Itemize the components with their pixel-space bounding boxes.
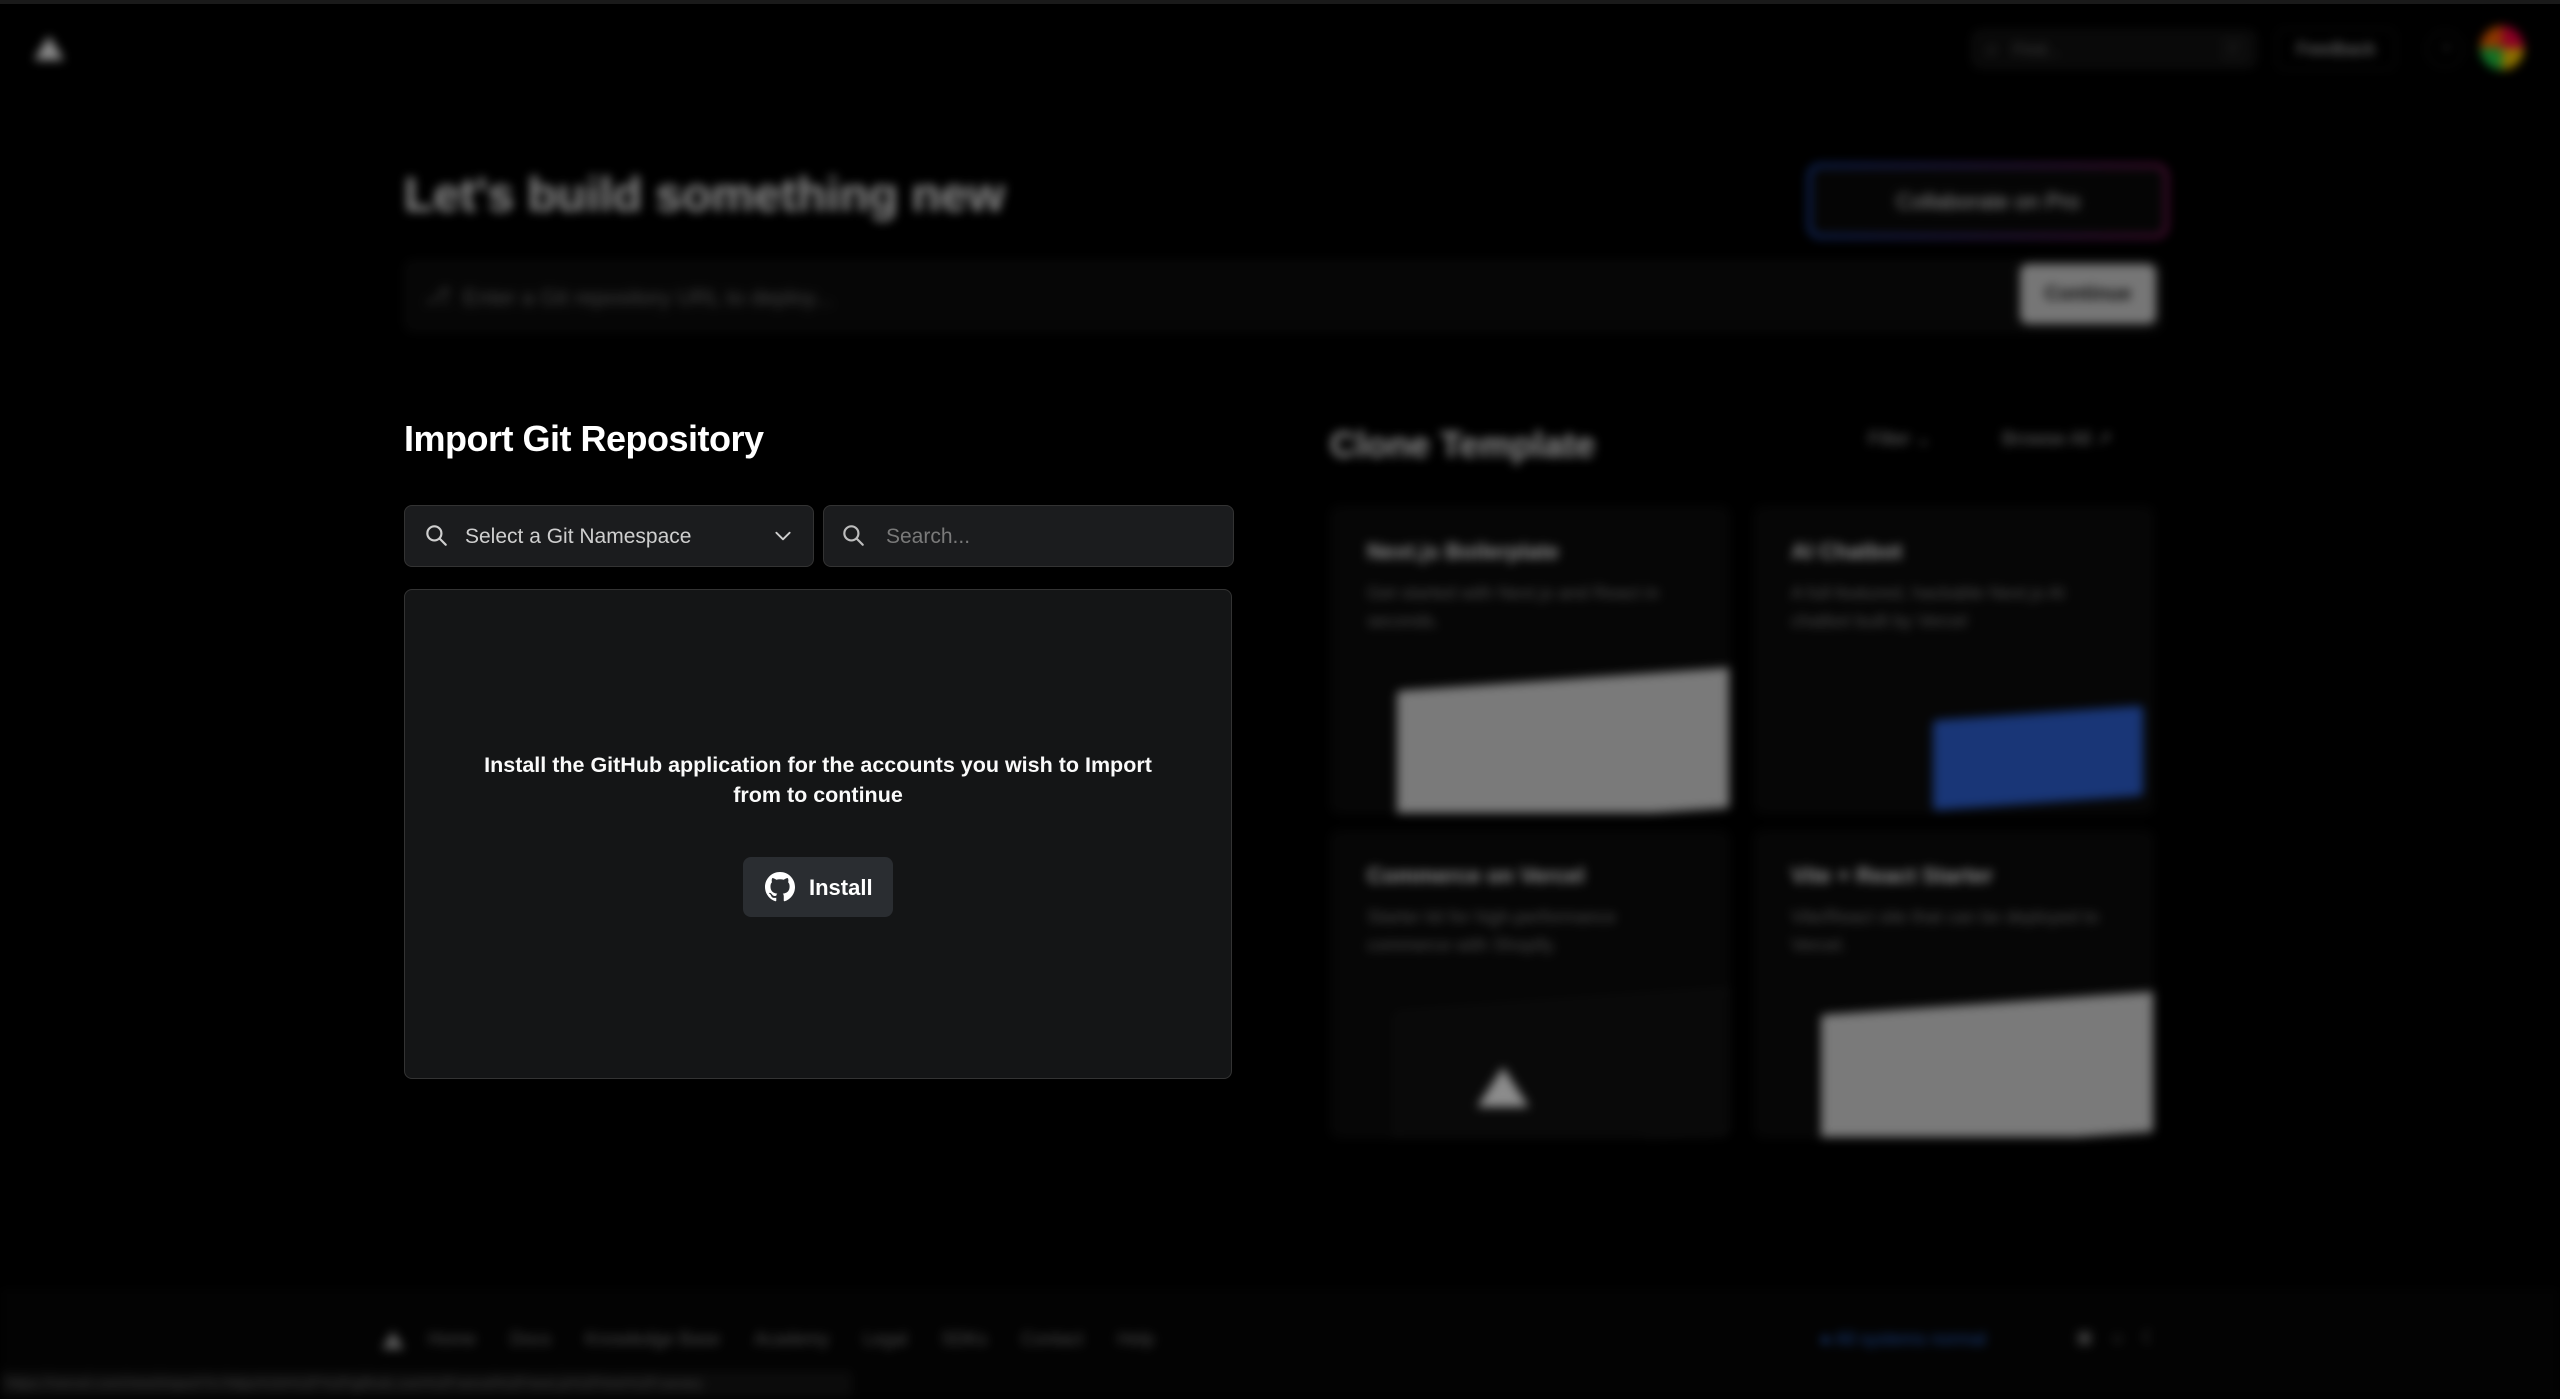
install-button[interactable]: Install [743, 857, 893, 917]
top-nav: ⌕ Find... F Feedback ◔ [0, 0, 2560, 100]
install-message: Install the GitHub application for the a… [484, 753, 1152, 807]
template-preview [1933, 705, 2143, 811]
browse-label: Browse All [2002, 429, 2091, 450]
footer-link[interactable]: Legal [863, 1329, 907, 1350]
template-card[interactable]: Next.js Boilerplate Get started with Nex… [1330, 506, 1730, 814]
feedback-button[interactable]: Feedback [2276, 28, 2396, 70]
footer-link[interactable]: SDKs [941, 1329, 987, 1350]
nav-search[interactable]: ⌕ Find... F [1972, 30, 2256, 68]
import-panel: Install the GitHub application for the a… [404, 589, 1232, 1079]
nav-search-placeholder: Find... [2013, 40, 2061, 59]
collaborate-label: Collaborate on Pro [1896, 189, 2080, 214]
footer-link[interactable]: Help [1117, 1329, 1154, 1350]
theme-switcher[interactable]: ▣ ☼ ☾ [2076, 1327, 2158, 1348]
repository-search[interactable] [823, 505, 1234, 567]
footer-link[interactable]: Academy [754, 1329, 829, 1350]
template-preview [1821, 991, 2153, 1137]
page-title: Let's build something new [404, 169, 1005, 222]
template-card[interactable]: Vite + React Starter Vite/React site tha… [1754, 830, 2154, 1138]
template-preview [1397, 667, 1729, 813]
footer-logo-icon[interactable] [382, 1331, 404, 1349]
template-card[interactable]: AI Chatbot A full-featured, hackable Nex… [1754, 506, 2154, 814]
template-title: Commerce on Vercel [1367, 863, 1585, 888]
template-description: Starter kit for high-performance commerc… [1367, 907, 1617, 955]
footer-link[interactable]: Docs [510, 1329, 551, 1350]
git-url-placeholder: Enter a Git repository URL to deploy... [463, 285, 833, 310]
collaborate-button[interactable]: Collaborate on Pro [1808, 164, 2168, 238]
install-label: Install [809, 875, 873, 900]
import-title: Import Git Repository [404, 418, 764, 459]
template-preview [1395, 989, 1729, 1137]
git-namespace-select[interactable]: Select a Git Namespace [404, 505, 814, 567]
search-icon [843, 525, 864, 546]
chevron-down-icon [775, 531, 791, 541]
footer-links: Home Docs Knowledge Base Academy Legal S… [428, 1329, 1154, 1350]
vercel-logo-icon[interactable] [34, 36, 64, 60]
template-description: Vite/React site that can be deployed to … [1791, 907, 2099, 955]
status-label: All systems normal [1834, 1329, 1986, 1349]
browse-all-link[interactable]: Browse All ↗ [2002, 428, 2112, 451]
search-icon [426, 525, 447, 546]
footer-link[interactable]: Contact [1021, 1329, 1083, 1350]
search-icon: ⌕ [1987, 39, 1998, 59]
footer-link[interactable]: Knowledge Base [585, 1329, 720, 1350]
clone-template-title: Clone Template [1330, 424, 1596, 465]
template-title: Next.js Boilerplate [1367, 539, 1559, 564]
template-title: AI Chatbot [1791, 539, 1903, 564]
template-title: Vite + React Starter [1791, 863, 1993, 888]
avatar[interactable] [2480, 26, 2524, 70]
shortcut-key: F [2223, 38, 2245, 60]
template-description: Get started with Next.js and React in se… [1367, 583, 1660, 631]
search-input[interactable] [884, 520, 1218, 554]
template-card[interactable]: Commerce on Vercel Starter kit for high-… [1330, 830, 1730, 1138]
git-icon: ⎇ [425, 283, 451, 308]
triangle-logo-icon [1477, 1067, 1529, 1107]
continue-button[interactable]: Continue [2020, 264, 2156, 324]
status-link[interactable]: ● All systems normal [1820, 1329, 1986, 1350]
footer-link[interactable]: Home [428, 1329, 476, 1350]
footer: Home Docs Knowledge Base Academy Legal S… [0, 1290, 2560, 1399]
monitor-icon[interactable]: ▣ [2076, 1327, 2093, 1348]
sun-icon[interactable]: ☼ [2109, 1327, 2126, 1348]
notifications-icon[interactable]: ◔ [2426, 30, 2464, 68]
template-description: A full-featured, hackable Next.js AI cha… [1791, 583, 2066, 631]
git-namespace-placeholder: Select a Git Namespace [465, 525, 692, 548]
status-bar-url: https://vercel.com/new/import?s=https%3A… [0, 1371, 852, 1397]
moon-icon[interactable]: ☾ [2142, 1327, 2158, 1348]
filter-dropdown[interactable]: Filter ⌄ [1868, 428, 1931, 451]
git-url-input[interactable]: ⎇ Enter a Git repository URL to deploy..… [404, 260, 2162, 332]
github-icon [765, 872, 795, 902]
filter-label: Filter [1868, 429, 1911, 450]
